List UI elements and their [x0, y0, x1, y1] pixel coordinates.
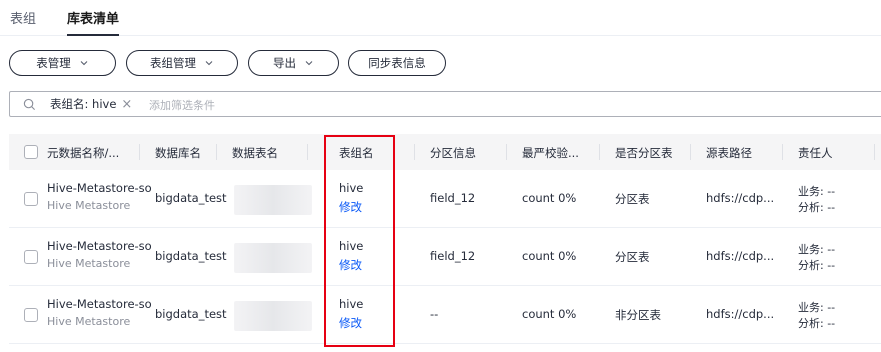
row-checkbox[interactable] — [24, 250, 38, 264]
column-divider — [139, 144, 140, 160]
strict-check: count 0% — [522, 307, 577, 321]
filter-chip-label: 表组名: hive — [50, 97, 117, 111]
filter-chip[interactable]: 表组名: hive × — [50, 95, 132, 113]
partition-info: field_12 — [430, 249, 476, 263]
metadata-type: Hive Metastore — [47, 315, 131, 328]
column-header[interactable]: 源表路径 — [706, 145, 752, 161]
active-tab-indicator — [67, 34, 119, 36]
column-header[interactable]: 最严校验... — [522, 145, 579, 161]
database-name: bigdata_test — [155, 191, 227, 205]
metadata-type: Hive Metastore — [47, 199, 131, 212]
table-header: 元数据名称/... 数据库名 数据表名 表组名 分区信息 最严校验... 是否分… — [9, 134, 881, 170]
column-header[interactable]: 是否分区表 — [615, 145, 673, 161]
table-name-redacted — [234, 301, 312, 331]
metadata-name: Hive-Metastore-so — [47, 181, 152, 195]
table-row[interactable]: Hive-Metastore-so Hive Metastore bigdata… — [9, 170, 881, 228]
highlight-box — [324, 135, 395, 347]
export-label: 导出 — [273, 56, 296, 70]
partition-info: -- — [430, 307, 439, 321]
owner-analysis: 分析: -- — [798, 201, 836, 214]
database-name: bigdata_test — [155, 249, 227, 263]
chevron-down-icon — [80, 61, 88, 66]
chevron-down-icon — [205, 61, 213, 66]
table-name-redacted — [234, 243, 312, 273]
table-row[interactable]: Hive-Metastore-so Hive Metastore bigdata… — [9, 228, 881, 286]
table-row[interactable]: Hive-Metastore-so Hive Metastore bigdata… — [9, 286, 881, 344]
table-group-management-button[interactable]: 表组管理 — [126, 50, 238, 76]
column-header[interactable]: 数据表名 — [232, 145, 278, 161]
row-checkbox[interactable] — [24, 308, 38, 322]
column-divider — [599, 144, 600, 160]
close-icon[interactable]: × — [121, 97, 132, 112]
column-divider — [874, 144, 875, 160]
filter-search-bar[interactable]: 表组名: hive × 添加筛选条件 — [9, 91, 881, 117]
column-divider — [690, 144, 691, 160]
source-path[interactable]: hdfs://cdp... — [706, 249, 774, 263]
column-divider — [506, 144, 507, 160]
row-checkbox[interactable] — [24, 192, 38, 206]
is-partitioned: 分区表 — [615, 250, 650, 264]
column-divider — [307, 144, 308, 160]
search-icon — [23, 98, 36, 111]
owner-business: 业务: -- — [798, 185, 836, 198]
sync-table-info-label: 同步表信息 — [368, 56, 426, 70]
source-path[interactable]: hdfs://cdp... — [706, 307, 774, 321]
is-partitioned: 非分区表 — [615, 308, 661, 322]
source-path[interactable]: hdfs://cdp... — [706, 191, 774, 205]
column-header[interactable]: 数据库名 — [155, 145, 201, 161]
strict-check: count 0% — [522, 191, 577, 205]
owner-business: 业务: -- — [798, 243, 836, 256]
partition-info: field_12 — [430, 191, 476, 205]
is-partitioned: 分区表 — [615, 192, 650, 206]
sync-table-info-button[interactable]: 同步表信息 — [348, 50, 446, 76]
table-management-label: 表管理 — [36, 56, 71, 70]
tab-table-group[interactable]: 表组 — [10, 8, 36, 27]
owner-analysis: 分析: -- — [798, 259, 836, 272]
table-group-management-label: 表组管理 — [150, 56, 196, 70]
column-header[interactable]: 责任人 — [798, 145, 833, 161]
table-management-button[interactable]: 表管理 — [9, 50, 116, 76]
table-name-redacted — [234, 185, 312, 215]
owner-analysis: 分析: -- — [798, 317, 836, 330]
metadata-type: Hive Metastore — [47, 257, 131, 270]
export-button[interactable]: 导出 — [248, 50, 339, 76]
column-divider — [782, 144, 783, 160]
column-divider — [216, 144, 217, 160]
search-placeholder[interactable]: 添加筛选条件 — [149, 97, 215, 113]
select-all-checkbox[interactable] — [24, 145, 38, 159]
chevron-down-icon — [305, 61, 313, 66]
tab-bar: 表组 库表清单 — [0, 0, 881, 36]
column-header[interactable]: 元数据名称/... — [47, 145, 119, 161]
strict-check: count 0% — [522, 249, 577, 263]
column-header[interactable]: 分区信息 — [430, 145, 476, 161]
metadata-name: Hive-Metastore-so — [47, 239, 152, 253]
column-divider — [414, 144, 415, 160]
metadata-name: Hive-Metastore-so — [47, 297, 152, 311]
owner-business: 业务: -- — [798, 301, 836, 314]
database-name: bigdata_test — [155, 307, 227, 321]
tab-table-list[interactable]: 库表清单 — [67, 8, 119, 27]
